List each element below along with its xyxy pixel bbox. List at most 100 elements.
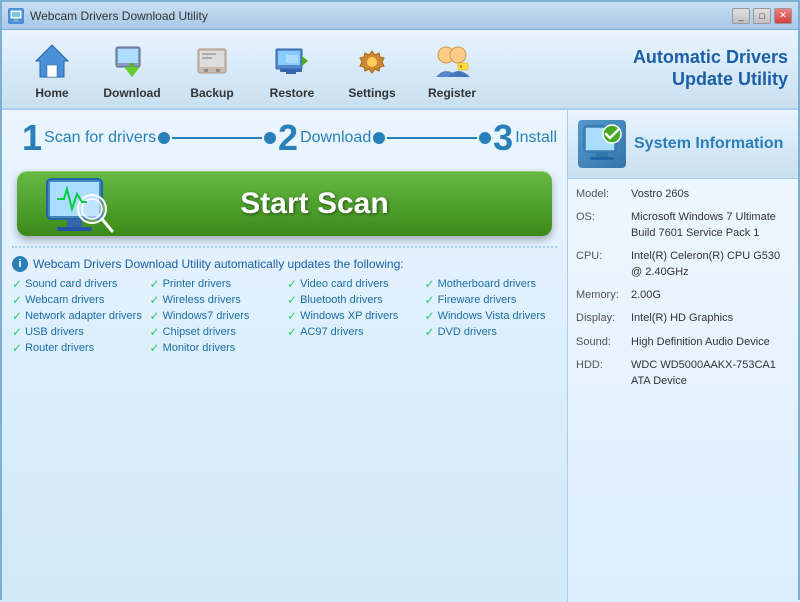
step-2-text: Download — [300, 129, 371, 147]
driver-item: ✓Windows7 drivers — [150, 309, 283, 323]
checkmark-icon: ✓ — [287, 309, 297, 323]
toolbar-download[interactable]: Download — [92, 33, 172, 105]
sysinfo-value: Intel(R) Celeron(R) CPU G530 @ 2.40GHz — [631, 249, 790, 280]
checkmark-icon: ✓ — [425, 293, 435, 307]
driver-item: ✓Motherboard drivers — [425, 277, 558, 291]
step-dot-2 — [264, 132, 276, 144]
info-icon: i — [12, 256, 28, 272]
steps-row: 1 Scan for drivers 2 Download 3 Install — [22, 120, 557, 161]
restore-icon — [269, 38, 315, 84]
checkmark-icon: ✓ — [12, 341, 22, 355]
sysinfo-value: Microsoft Windows 7 Ultimate Build 7601 … — [631, 210, 790, 241]
driver-name: Sound card drivers — [25, 278, 117, 290]
toolbar-backup[interactable]: Backup — [172, 33, 252, 105]
checkmark-icon: ✓ — [287, 293, 297, 307]
titlebar-left: Webcam Drivers Download Utility — [8, 8, 208, 24]
sysinfo-label: HDD: — [576, 358, 631, 389]
driver-item: ✓Video card drivers — [287, 277, 420, 291]
step-3: 3 Install — [493, 120, 557, 156]
driver-item: ✓Windows XP drivers — [287, 309, 420, 323]
sysinfo-value: High Definition Audio Device — [631, 335, 790, 350]
checkmark-icon: ✓ — [287, 325, 297, 339]
restore-label: Restore — [270, 86, 315, 100]
checkmark-icon: ✓ — [425, 325, 435, 339]
download-label: Download — [103, 86, 160, 100]
home-label: Home — [35, 86, 68, 100]
driver-name: Windows7 drivers — [163, 310, 250, 322]
driver-name: Video card drivers — [300, 278, 388, 290]
sysinfo-value: Vostro 260s — [631, 187, 790, 202]
driver-name: Windows XP drivers — [300, 310, 398, 322]
driver-item: ✓Chipset drivers — [150, 325, 283, 339]
brand-line1: Automatic Drivers — [633, 47, 788, 69]
close-button[interactable]: ✕ — [774, 8, 792, 24]
driver-name: Network adapter drivers — [25, 310, 142, 322]
checkmark-icon: ✓ — [150, 325, 160, 339]
sysinfo-row: Model:Vostro 260s — [576, 187, 790, 202]
backup-label: Backup — [190, 86, 233, 100]
checkmark-icon: ✓ — [12, 309, 22, 323]
step-3-text: Install — [515, 129, 557, 147]
step-1-text: Scan for drivers — [44, 129, 156, 147]
right-panel: System Information Model:Vostro 260s OS:M… — [568, 110, 798, 602]
toolbar-settings[interactable]: Settings — [332, 33, 412, 105]
left-panel: 1 Scan for drivers 2 Download 3 Install — [2, 110, 568, 602]
scan-monitor-icon — [42, 174, 122, 234]
driver-item: ✓Bluetooth drivers — [287, 293, 420, 307]
sysinfo-row: CPU:Intel(R) Celeron(R) CPU G530 @ 2.40G… — [576, 249, 790, 280]
driver-item: ✓USB drivers — [12, 325, 145, 339]
connector-1 — [172, 137, 262, 139]
checkmark-icon: ✓ — [150, 293, 160, 307]
driver-name: DVD drivers — [438, 326, 497, 338]
maximize-button[interactable]: □ — [753, 8, 771, 24]
sysinfo-icon — [578, 120, 626, 168]
checkmark-icon: ✓ — [150, 277, 160, 291]
driver-name: Webcam drivers — [25, 294, 104, 306]
driver-name: Router drivers — [25, 342, 94, 354]
toolbar-restore[interactable]: Restore — [252, 33, 332, 105]
checkmark-icon: ✓ — [150, 341, 160, 355]
driver-item: ✓Windows Vista drivers — [425, 309, 558, 323]
checkmark-icon: ✓ — [287, 277, 297, 291]
sysinfo-title: System Information — [634, 135, 783, 153]
toolbar-home[interactable]: Home — [12, 33, 92, 105]
driver-item: ✓Monitor drivers — [150, 341, 283, 355]
toolbar-register[interactable]: Register — [412, 33, 492, 105]
titlebar-controls[interactable]: _ □ ✕ — [732, 8, 792, 24]
step-2-num: 2 — [278, 120, 298, 156]
checkmark-icon: ✓ — [425, 309, 435, 323]
sysinfo-row: Sound:High Definition Audio Device — [576, 335, 790, 350]
driver-item: ✓Fireware drivers — [425, 293, 558, 307]
sysinfo-label: Model: — [576, 187, 631, 202]
home-icon — [29, 38, 75, 84]
sysinfo-label: Display: — [576, 311, 631, 326]
settings-icon — [349, 38, 395, 84]
driver-name: Wireless drivers — [163, 294, 241, 306]
driver-item: ✓Network adapter drivers — [12, 309, 145, 323]
sysinfo-label: CPU: — [576, 249, 631, 280]
checkmark-icon: ✓ — [425, 277, 435, 291]
driver-item: ✓AC97 drivers — [287, 325, 420, 339]
driver-name: AC97 drivers — [300, 326, 364, 338]
sysinfo-row: Display:Intel(R) HD Graphics — [576, 311, 790, 326]
minimize-button[interactable]: _ — [732, 8, 750, 24]
sysinfo-table: Model:Vostro 260s OS:Microsoft Windows 7 … — [568, 179, 798, 405]
driver-item: ✓Sound card drivers — [12, 277, 145, 291]
driver-name: Windows Vista drivers — [438, 310, 546, 322]
scan-area: Start Scan — [17, 171, 552, 236]
driver-item: ✓Wireless drivers — [150, 293, 283, 307]
sysinfo-value: Intel(R) HD Graphics — [631, 311, 790, 326]
step-dot-4 — [479, 132, 491, 144]
driver-name: Chipset drivers — [163, 326, 236, 338]
driver-name: Fireware drivers — [438, 294, 517, 306]
download-icon — [109, 38, 155, 84]
settings-label: Settings — [348, 86, 395, 100]
title-text: Webcam Drivers Download Utility — [30, 9, 208, 23]
step-2: 2 Download — [278, 120, 371, 156]
app-icon — [8, 8, 24, 24]
step-1-num: 1 — [22, 120, 42, 156]
driver-name: Motherboard drivers — [438, 278, 536, 290]
sysinfo-row: OS:Microsoft Windows 7 Ultimate Build 76… — [576, 210, 790, 241]
step-1: 1 Scan for drivers — [22, 120, 156, 156]
sysinfo-label: Sound: — [576, 335, 631, 350]
